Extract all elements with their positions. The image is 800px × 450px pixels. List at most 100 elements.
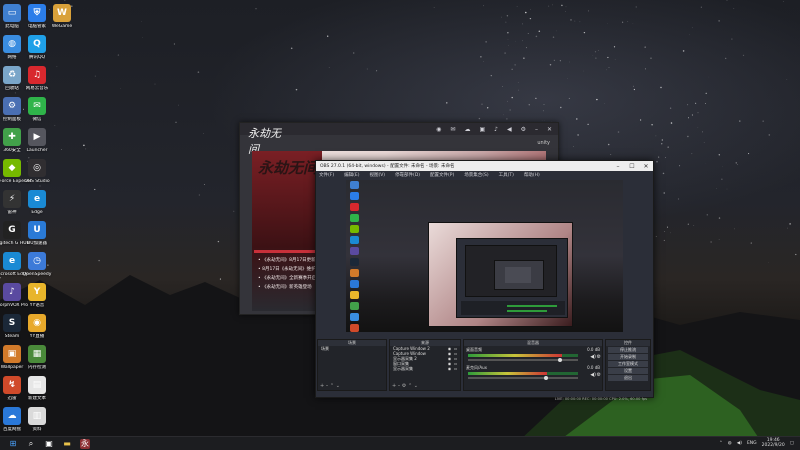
scene-item[interactable]: 场景 bbox=[318, 346, 386, 351]
obs-statusbar: LIVE: 00:00:00 REC: 00:00:00 CPU: 2.0%, … bbox=[554, 397, 647, 401]
visibility-icon[interactable]: ◉ bbox=[448, 366, 452, 371]
move-down-icon[interactable]: ⌄ bbox=[414, 383, 418, 389]
remove-icon[interactable]: – bbox=[326, 383, 329, 389]
control-button[interactable]: 停止推流 bbox=[608, 347, 648, 353]
task-view-icon[interactable]: ▣ bbox=[44, 439, 54, 449]
desktop-shortcut[interactable]: e Edge bbox=[18, 190, 56, 216]
clock[interactable]: 19:46 2022/9/20 bbox=[762, 438, 785, 448]
volume-meter-fill bbox=[468, 354, 562, 357]
star bbox=[528, 104, 530, 106]
star bbox=[701, 131, 704, 133]
volume-slider-knob[interactable] bbox=[544, 376, 549, 380]
menu-item[interactable]: 场景集合(S) bbox=[464, 172, 488, 178]
add-icon[interactable]: + bbox=[320, 383, 324, 389]
star bbox=[610, 154, 612, 155]
desktop-shortcut[interactable]: ◎ OBS Studio bbox=[18, 159, 56, 185]
settings-icon[interactable]: ⚙ bbox=[402, 383, 406, 389]
menu-item[interactable]: 帮助(H) bbox=[524, 172, 540, 178]
gear-icon[interactable]: ⚙ bbox=[597, 354, 601, 360]
minimize-icon[interactable]: – bbox=[535, 126, 538, 133]
star bbox=[506, 100, 508, 102]
volume-icon[interactable]: ◀) bbox=[737, 441, 742, 446]
star bbox=[501, 16, 502, 18]
star bbox=[731, 38, 733, 40]
desktop-shortcut[interactable]: Q 腾讯QQ bbox=[18, 35, 56, 61]
close-button[interactable]: ✕ bbox=[639, 163, 653, 170]
start-icon[interactable]: ⊞ bbox=[8, 439, 18, 449]
desktop-shortcut[interactable]: ▤ 新建文本 bbox=[18, 376, 56, 402]
desktop-shortcut[interactable]: ▶ Launcher bbox=[18, 128, 56, 154]
star bbox=[94, 75, 96, 77]
desktop-shortcut[interactable]: W WeGame bbox=[43, 4, 81, 30]
move-up-icon[interactable]: ⌃ bbox=[408, 383, 412, 389]
desktop-shortcut[interactable]: ♫ 网易云音乐 bbox=[18, 66, 56, 92]
volume-slider-knob[interactable] bbox=[558, 358, 563, 362]
menu-item[interactable]: 配置文件(P) bbox=[430, 172, 454, 178]
add-icon[interactable]: + bbox=[392, 383, 396, 389]
desktop-shortcut[interactable]: ◉ YY直播 bbox=[18, 314, 56, 340]
move-up-icon[interactable]: ⌃ bbox=[330, 383, 334, 389]
menu-item[interactable]: 视图(V) bbox=[369, 172, 385, 178]
speaker-icon[interactable]: ◀) bbox=[590, 354, 596, 360]
message-icon[interactable]: ▣ bbox=[479, 126, 485, 133]
menu-item[interactable]: 编辑(E) bbox=[344, 172, 359, 178]
settings-icon[interactable]: ⚙ bbox=[521, 126, 526, 133]
ime-indicator[interactable]: ENG bbox=[747, 441, 757, 446]
file-explorer-icon[interactable]: ▬ bbox=[62, 439, 72, 449]
close-icon[interactable]: ✕ bbox=[547, 126, 552, 133]
volume-slider[interactable] bbox=[468, 358, 578, 362]
menu-item[interactable]: 文件(F) bbox=[319, 172, 334, 178]
desktop-shortcut[interactable]: ✉ 微信 bbox=[18, 97, 56, 123]
gear-icon[interactable]: ⚙ bbox=[597, 372, 601, 378]
remove-icon[interactable]: – bbox=[398, 383, 401, 389]
obs-window[interactable]: OBS 27.0.1 (64-bit, windows) - 配置文件: 未命名… bbox=[315, 160, 654, 401]
chat-icon[interactable]: ☁ bbox=[464, 126, 470, 133]
menu-item[interactable]: 停靠部件(D) bbox=[395, 172, 420, 178]
volume-slider[interactable] bbox=[468, 376, 578, 380]
star bbox=[787, 227, 788, 229]
move-down-icon[interactable]: ⌄ bbox=[336, 383, 340, 389]
obs-preview[interactable] bbox=[346, 180, 623, 332]
network-icon[interactable]: ◍ bbox=[728, 441, 732, 446]
maximize-button[interactable]: ☐ bbox=[625, 163, 639, 170]
obs-icon: ◎ bbox=[28, 159, 46, 177]
star bbox=[568, 97, 570, 99]
desktop-shortcut[interactable]: U UU加速器 bbox=[18, 221, 56, 247]
control-button[interactable]: 设置 bbox=[608, 368, 648, 374]
notification-icon[interactable]: ▢ bbox=[790, 441, 794, 446]
document-icon: ▤ bbox=[28, 376, 46, 394]
star bbox=[705, 92, 707, 94]
captured-desktop-icon bbox=[349, 214, 359, 222]
wechat-icon[interactable]: ✉ bbox=[450, 126, 455, 133]
speaker-icon[interactable]: ◀) bbox=[590, 372, 596, 378]
star bbox=[789, 223, 791, 225]
control-button[interactable]: 工作室模式 bbox=[608, 361, 648, 367]
control-button[interactable]: 退出 bbox=[608, 375, 648, 381]
desktop-shortcut[interactable]: ◷ OpenSpeedy bbox=[18, 252, 56, 278]
minimize-button[interactable]: – bbox=[611, 163, 625, 170]
controls-header: 控件 bbox=[606, 340, 650, 346]
star bbox=[695, 102, 697, 104]
menu-item[interactable]: 工具(T) bbox=[499, 172, 514, 178]
volume-icon[interactable]: ◀ bbox=[507, 126, 512, 133]
star bbox=[583, 31, 586, 34]
desktop-shortcut[interactable]: Y YY语音 bbox=[18, 283, 56, 309]
desktop-shortcut[interactable]: ▦ 内存检测 bbox=[18, 345, 56, 371]
memory-icon: ▦ bbox=[28, 345, 46, 363]
star bbox=[527, 33, 529, 35]
star bbox=[718, 154, 720, 156]
source-item[interactable]: 显示器采集 ◉ ▫ bbox=[390, 366, 460, 371]
tray-expand-icon[interactable]: ⌃ bbox=[719, 441, 723, 446]
lock-icon[interactable]: ▫ bbox=[454, 366, 457, 371]
user-icon[interactable]: ◉ bbox=[436, 126, 441, 133]
desktop-shortcut[interactable]: ▥ 资料 bbox=[18, 407, 56, 433]
control-button[interactable]: 开始录制 bbox=[608, 354, 648, 360]
search-icon[interactable]: ⌕ bbox=[26, 439, 36, 449]
obs-dock-area: 场景 场景 + – ⌃ ⌄ 来源 Capture Window 2 ◉ ▫ Captu… bbox=[316, 339, 653, 401]
desktop-shortcut-label: WeGame bbox=[51, 24, 73, 29]
tiktok-icon[interactable]: ♪ bbox=[494, 126, 498, 133]
game-launcher-taskbar-icon[interactable]: 永 bbox=[80, 438, 90, 449]
star bbox=[703, 142, 705, 143]
star bbox=[98, 259, 100, 262]
star bbox=[693, 225, 695, 226]
